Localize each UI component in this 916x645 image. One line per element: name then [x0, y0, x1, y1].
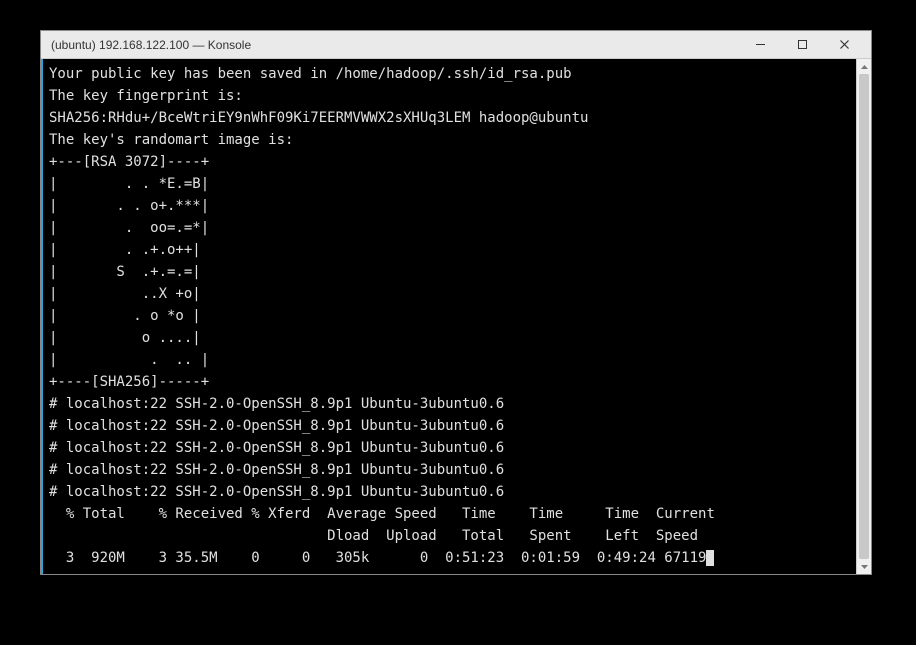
terminal-cursor: [706, 550, 714, 566]
terminal-line: Dload Upload Total Spent Left Speed: [49, 528, 698, 544]
terminal-line: | . . o+.***|: [49, 198, 209, 214]
terminal-line: +---[RSA 3072]----+: [49, 154, 209, 170]
scroll-down-arrow[interactable]: [857, 559, 871, 574]
terminal-line: The key's randomart image is:: [49, 132, 293, 148]
scroll-track[interactable]: [857, 74, 871, 559]
close-button[interactable]: [823, 32, 865, 58]
chevron-down-icon: [861, 565, 868, 569]
terminal-line: % Total % Received % Xferd Average Speed…: [49, 506, 715, 522]
window-title: (ubuntu) 192.168.122.100 — Konsole: [47, 38, 739, 52]
terminal-line: Your public key has been saved in /home/…: [49, 66, 572, 82]
terminal-line: | S .+.=.=|: [49, 264, 201, 280]
terminal[interactable]: Your public key has been saved in /home/…: [43, 59, 856, 574]
terminal-line: The key fingerprint is:: [49, 88, 243, 104]
scroll-up-arrow[interactable]: [857, 59, 871, 74]
terminal-line: # localhost:22 SSH-2.0-OpenSSH_8.9p1 Ubu…: [49, 396, 504, 412]
titlebar[interactable]: (ubuntu) 192.168.122.100 — Konsole: [41, 31, 871, 59]
terminal-area: Your public key has been saved in /home/…: [41, 59, 871, 574]
konsole-window: (ubuntu) 192.168.122.100 — Konsole Your …: [40, 30, 872, 575]
scrollbar[interactable]: [856, 59, 871, 574]
minimize-icon: [755, 39, 766, 50]
chevron-up-icon: [861, 65, 868, 69]
terminal-line: # localhost:22 SSH-2.0-OpenSSH_8.9p1 Ubu…: [49, 484, 504, 500]
terminal-line: +----[SHA256]-----+: [49, 374, 209, 390]
terminal-line: | o ....|: [49, 330, 201, 346]
terminal-line: | . o *o |: [49, 308, 201, 324]
terminal-line: # localhost:22 SSH-2.0-OpenSSH_8.9p1 Ubu…: [49, 440, 504, 456]
terminal-output: Your public key has been saved in /home/…: [49, 63, 850, 569]
terminal-line: # localhost:22 SSH-2.0-OpenSSH_8.9p1 Ubu…: [49, 418, 504, 434]
terminal-line: | ..X +o|: [49, 286, 201, 302]
window-controls: [739, 32, 865, 58]
close-icon: [839, 39, 850, 50]
maximize-button[interactable]: [781, 32, 823, 58]
maximize-icon: [797, 39, 808, 50]
terminal-line: | . .+.o++|: [49, 242, 201, 258]
terminal-line: | . .. |: [49, 352, 209, 368]
terminal-line: # localhost:22 SSH-2.0-OpenSSH_8.9p1 Ubu…: [49, 462, 504, 478]
terminal-line: | . oo=.=*|: [49, 220, 209, 236]
terminal-line: 3 920M 3 35.5M 0 0 305k 0 0:51:23 0:01:5…: [49, 550, 706, 566]
minimize-button[interactable]: [739, 32, 781, 58]
terminal-line: SHA256:RHdu+/BceWtriEY9nWhF09Ki7EERMVWWX…: [49, 110, 588, 126]
terminal-line: | . . *E.=B|: [49, 176, 209, 192]
scroll-thumb[interactable]: [859, 74, 869, 559]
